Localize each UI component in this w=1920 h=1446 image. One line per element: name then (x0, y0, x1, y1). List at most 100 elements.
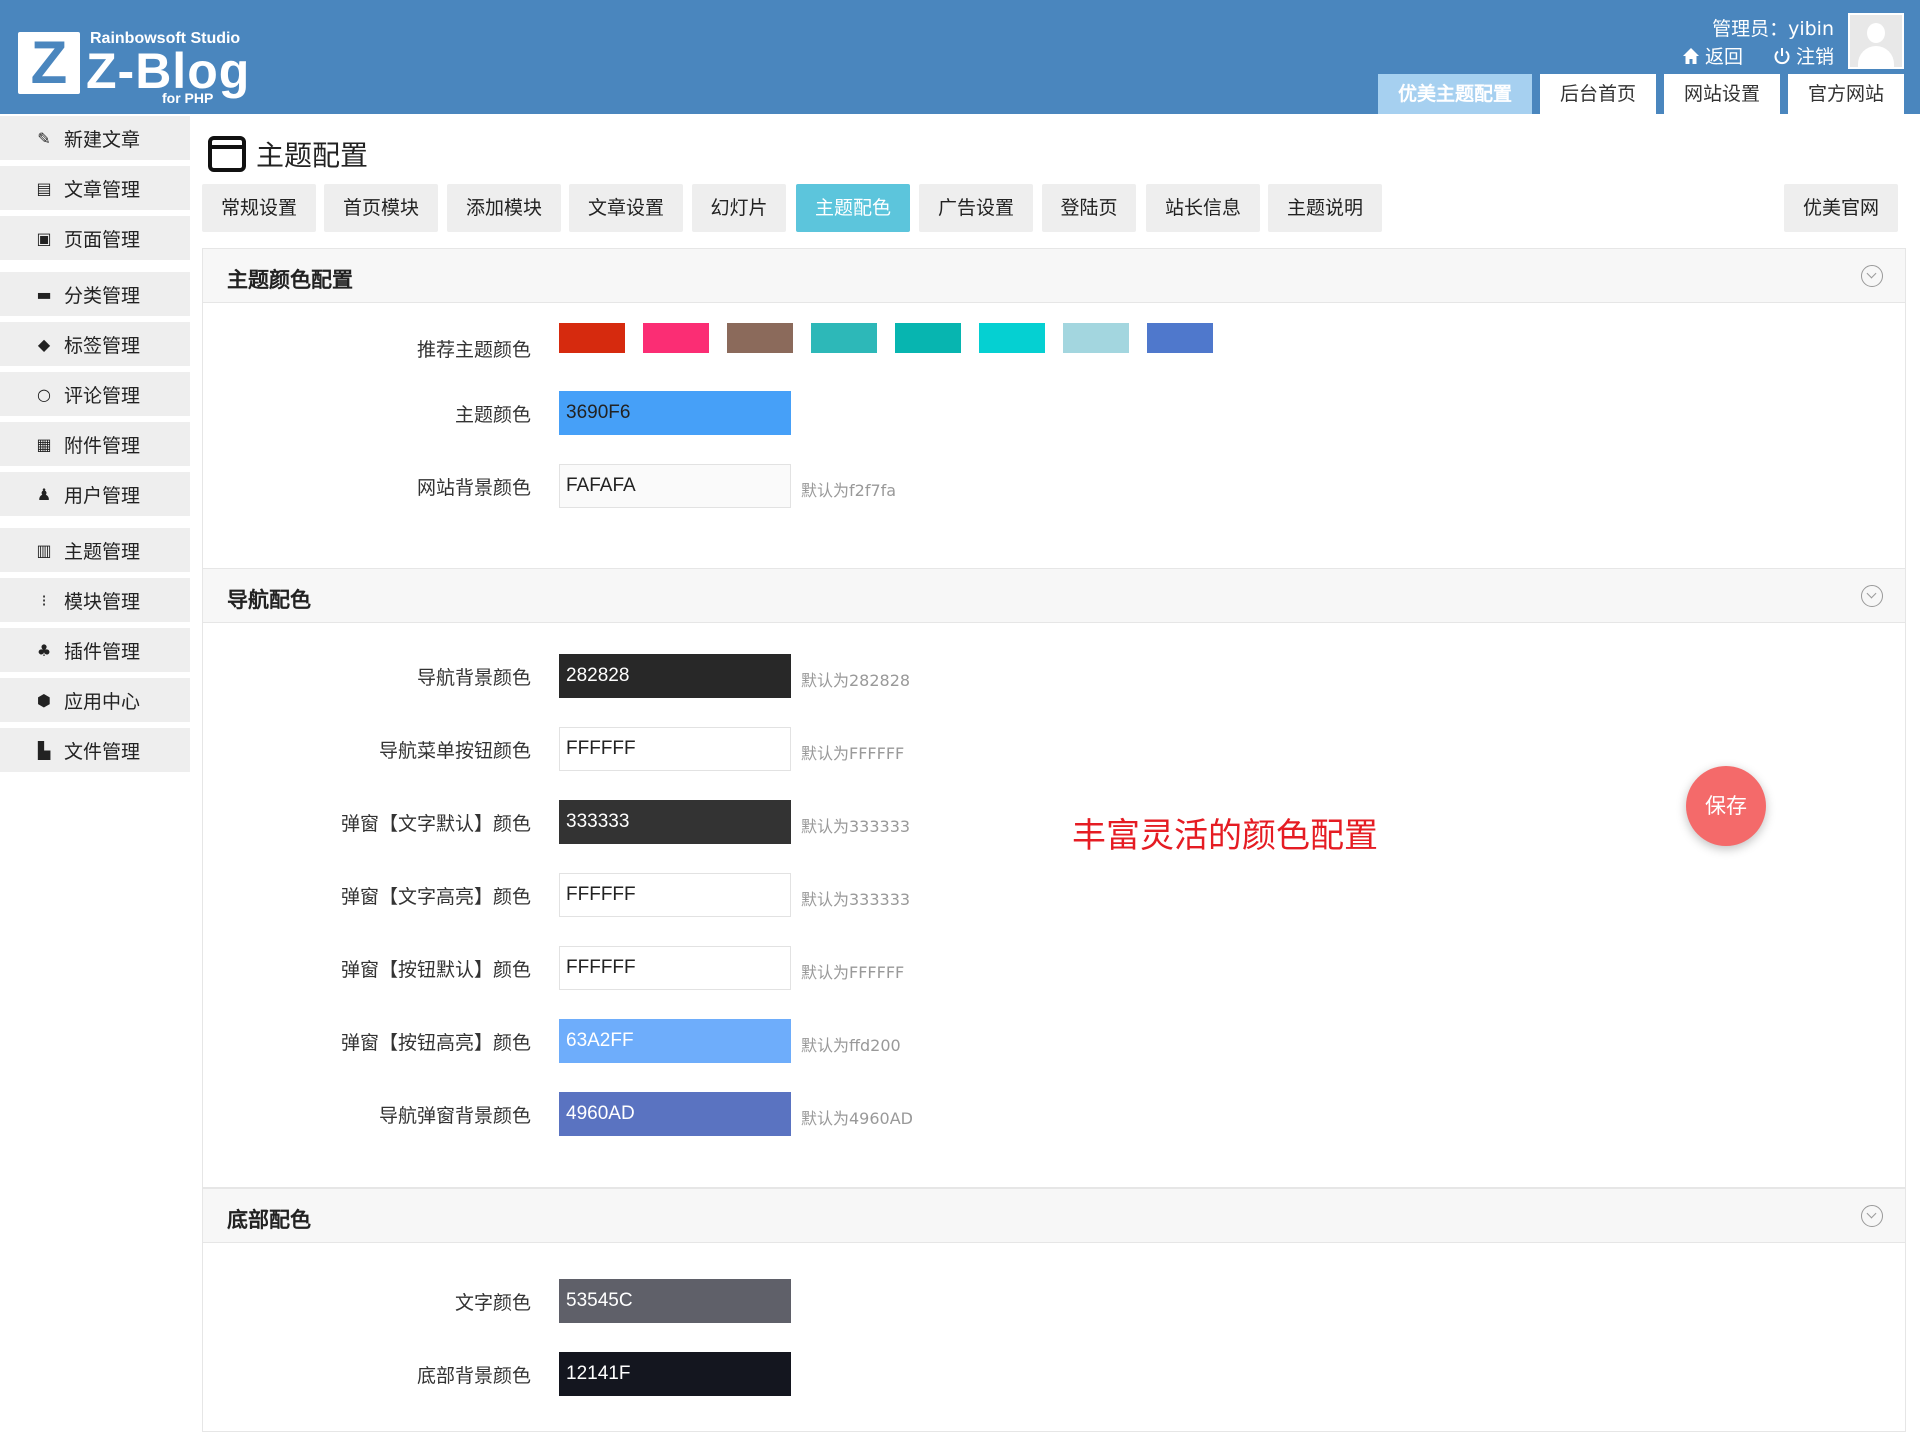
nav-menu-button-color-input[interactable] (559, 727, 791, 771)
nav-menu-button-row: 导航菜单按钮颜色 默认为FFFFFF (203, 727, 1203, 771)
sidebar-item-label: 应用中心 (64, 690, 141, 713)
color-swatch[interactable] (811, 323, 877, 353)
top-nav-dashboard[interactable]: 后台首页 (1539, 74, 1656, 114)
color-swatch[interactable] (1063, 323, 1129, 353)
popup-text-default-row: 弹窗【文字默认】颜色 默认为333333 (203, 800, 1203, 844)
sidebar-item-label: 模块管理 (64, 590, 141, 613)
admin-user-label: 管理员：yibin (1712, 18, 1834, 40)
field-label: 导航背景颜色 (416, 667, 531, 689)
color-swatch[interactable] (727, 323, 793, 353)
field-label: 导航弹窗背景颜色 (378, 1105, 531, 1127)
module-icon: ⁝ (41, 590, 47, 610)
sidebar-item-label: 页面管理 (64, 228, 141, 251)
popup-text-default-color-input[interactable] (559, 800, 791, 844)
default-hint: 默认为333333 (801, 890, 911, 909)
logout-link[interactable]: 注销 (1773, 42, 1834, 69)
site-bg-row: 网站背景颜色 默认为f2f7fa (203, 464, 1203, 508)
sidebar-item-modules[interactable]: ⁝ 模块管理 (0, 578, 190, 622)
top-nav-theme-config[interactable]: 优美主题配置 (1377, 74, 1532, 114)
tab-theme-readme[interactable]: 主题说明 (1268, 184, 1382, 232)
sidebar-item-pages[interactable]: ▣ 页面管理 (0, 216, 190, 260)
sidebar-item-attachments[interactable]: ▦ 附件管理 (0, 422, 190, 466)
panel-title: 主题颜色配置 (227, 268, 353, 292)
promo-annotation: 丰富灵活的颜色配置 (1072, 816, 1378, 856)
tab-official-site[interactable]: 优美官网 (1784, 184, 1898, 232)
recommend-colors-row: 推荐主题颜色 (203, 323, 1213, 367)
sidebar-item-tags[interactable]: ◆ 标签管理 (0, 322, 190, 366)
nav-color-panel: 导航配色 导航背景颜色 默认为282828 导航菜单按钮颜色 默认为FFFFFF… (202, 568, 1906, 1188)
footer-text-color-input[interactable] (559, 1279, 791, 1323)
file-icon: ▙ (37, 740, 51, 760)
site-bg-color-input[interactable] (559, 464, 791, 508)
popup-button-default-color-input[interactable] (559, 946, 791, 990)
plugin-icon: ♣ (36, 640, 52, 660)
footer-color-panel: 底部配色 文字颜色 底部背景颜色 (202, 1188, 1906, 1432)
sidebar-item-new-article[interactable]: ✎ 新建文章 (0, 116, 190, 160)
panel-header[interactable]: 主题颜色配置 (203, 249, 1905, 303)
header-links: 返回 注销 (1682, 42, 1834, 69)
sidebar-item-label: 文章管理 (64, 178, 141, 201)
main-color-input[interactable] (559, 391, 791, 435)
footer-bg-color-input[interactable] (559, 1352, 791, 1396)
top-nav: 优美主题配置 后台首页 网站设置 官方网站 (1377, 74, 1904, 114)
sidebar-item-app-center[interactable]: ⬢ 应用中心 (0, 678, 190, 722)
sidebar: ✎ 新建文章 ▤ 文章管理 ▣ 页面管理 ▬ 分类管理 ◆ 标签管理 ○ 评论管理 ▦ 附件管… (0, 116, 190, 778)
popup-button-highlight-color-input[interactable] (559, 1019, 791, 1063)
sidebar-item-label: 用户管理 (64, 484, 141, 507)
logo-sub-text: for PHP (162, 90, 214, 106)
article-icon: ▤ (36, 178, 52, 198)
collapse-icon[interactable] (1861, 585, 1883, 607)
panel-header[interactable]: 底部配色 (203, 1189, 1905, 1243)
tab-add-module[interactable]: 添加模块 (447, 184, 561, 232)
sidebar-item-categories[interactable]: ▬ 分类管理 (0, 272, 190, 316)
save-button[interactable]: 保存 (1686, 766, 1766, 846)
top-nav-site-settings[interactable]: 网站设置 (1663, 74, 1780, 114)
sidebar-item-label: 新建文章 (64, 128, 141, 151)
sidebar-item-articles[interactable]: ▤ 文章管理 (0, 166, 190, 210)
comment-icon: ○ (37, 384, 51, 404)
home-icon (1682, 47, 1699, 64)
main-color-row: 主题颜色 (203, 391, 1203, 435)
field-label: 文字颜色 (454, 1292, 531, 1314)
sidebar-item-label: 附件管理 (64, 434, 141, 457)
tab-slideshow[interactable]: 幻灯片 (692, 184, 786, 232)
avatar[interactable] (1848, 13, 1904, 69)
sidebar-item-comments[interactable]: ○ 评论管理 (0, 372, 190, 416)
tab-webmaster-info[interactable]: 站长信息 (1146, 184, 1260, 232)
sidebar-item-users[interactable]: ♟ 用户管理 (0, 472, 190, 516)
default-hint: 默认为282828 (801, 671, 911, 690)
panel-title: 底部配色 (227, 1208, 311, 1232)
tab-login-page[interactable]: 登陆页 (1042, 184, 1136, 232)
nav-bg-color-input[interactable] (559, 654, 791, 698)
folder-icon: ▬ (36, 284, 52, 304)
top-nav-official-site[interactable]: 官方网站 (1787, 74, 1904, 114)
popup-text-highlight-color-input[interactable] (559, 873, 791, 917)
color-swatch[interactable] (979, 323, 1045, 353)
back-link[interactable]: 返回 (1682, 42, 1743, 69)
window-icon (208, 136, 246, 172)
tab-theme-colors[interactable]: 主题配色 (796, 184, 910, 232)
sidebar-item-themes[interactable]: ▥ 主题管理 (0, 528, 190, 572)
nav-popup-bg-color-input[interactable] (559, 1092, 791, 1136)
color-swatch[interactable] (559, 323, 625, 353)
page-title: 主题配置 (208, 134, 368, 174)
zblog-logo[interactable]: Z Rainbowsoft Studio Z-Blog for PHP (18, 30, 258, 106)
sidebar-item-files[interactable]: ▙ 文件管理 (0, 728, 190, 772)
tab-general[interactable]: 常规设置 (202, 184, 316, 232)
popup-button-default-row: 弹窗【按钮默认】颜色 默认为FFFFFF (203, 946, 1203, 990)
panel-header[interactable]: 导航配色 (203, 569, 1905, 623)
sidebar-item-label: 主题管理 (64, 540, 141, 563)
collapse-icon[interactable] (1861, 265, 1883, 287)
tab-home-modules[interactable]: 首页模块 (324, 184, 438, 232)
tab-article-settings[interactable]: 文章设置 (569, 184, 683, 232)
collapse-icon[interactable] (1861, 1205, 1883, 1227)
sidebar-item-plugins[interactable]: ♣ 插件管理 (0, 628, 190, 672)
color-swatch[interactable] (1147, 323, 1213, 353)
field-label: 导航菜单按钮颜色 (378, 740, 531, 762)
tab-ad-settings[interactable]: 广告设置 (919, 184, 1033, 232)
nav-bg-row: 导航背景颜色 默认为282828 (203, 654, 1203, 698)
config-tabs: 常规设置 首页模块 添加模块 文章设置 幻灯片 主题配色 广告设置 登陆页 站长… (202, 184, 1900, 232)
popup-text-highlight-row: 弹窗【文字高亮】颜色 默认为333333 (203, 873, 1203, 917)
color-swatch[interactable] (895, 323, 961, 353)
color-swatch[interactable] (643, 323, 709, 353)
